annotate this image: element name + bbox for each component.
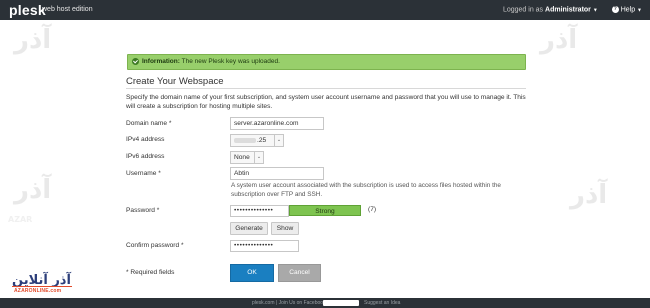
brand-logo: آذر آنلاین AZARONLINE.com <box>12 273 72 295</box>
help-menu[interactable]: Help <box>621 6 635 13</box>
chevron-down-icon[interactable]: ▼ <box>593 7 598 13</box>
brand-latin: AZARONLINE.com <box>14 288 62 294</box>
edition-label: web host edition <box>42 6 93 13</box>
page-title: Create Your Webspace <box>126 76 224 87</box>
confirm-password-label: Confirm password * <box>126 242 184 249</box>
chevron-down-icon[interactable]: ▼ <box>637 7 642 13</box>
facebook-widget[interactable] <box>323 300 359 306</box>
suggest-idea-link[interactable]: Suggest an Idea <box>364 300 400 306</box>
top-right-menu: Logged in as Administrator ▼ ? Help ▼ <box>503 6 642 13</box>
divider <box>126 88 526 89</box>
generate-button[interactable]: Generate <box>230 222 268 235</box>
plesk-logo[interactable]: plesk <box>9 2 46 18</box>
watermark: آذر <box>14 175 52 205</box>
password-input[interactable]: •••••••••••••• <box>230 205 289 217</box>
ipv6-value: None <box>234 154 250 161</box>
ipv6-select[interactable]: None ⌄ <box>230 151 264 164</box>
username-label: Username * <box>126 170 161 177</box>
footer-bar: plesk.com | Join Us on Facebook Suggest … <box>0 298 650 308</box>
ok-button[interactable]: OK <box>230 264 274 282</box>
watermark: آذر <box>570 180 608 210</box>
footer-links[interactable]: plesk.com | Join Us on Facebook <box>252 300 326 306</box>
ipv6-label: IPv6 address <box>126 153 165 160</box>
username-hint: A system user account associated with th… <box>231 182 501 198</box>
chevron-down-icon: ⌄ <box>254 152 263 163</box>
chevron-down-icon: ⌄ <box>274 135 283 146</box>
check-circle-icon <box>132 58 139 65</box>
watermark: آذر <box>14 25 52 55</box>
password-label: Password * <box>126 207 160 214</box>
strength-score: (7) <box>368 206 377 213</box>
domain-input[interactable]: server.azaronline.com <box>230 117 324 130</box>
help-icon[interactable]: ? <box>611 6 619 13</box>
watermark: آذر <box>540 25 578 55</box>
domain-label: Domain name * <box>126 120 172 127</box>
cancel-button[interactable]: Cancel <box>278 264 321 282</box>
user-menu[interactable]: Administrator <box>545 6 591 13</box>
ip-mask <box>234 137 256 143</box>
form-description: Specify the domain name of your first su… <box>126 94 526 110</box>
watermark-latin: AZAR <box>8 215 33 224</box>
required-note: * Required fields <box>126 269 175 276</box>
info-notice: Information: The new Plesk key was uploa… <box>127 54 526 70</box>
ipv4-label: IPv4 address <box>126 136 165 143</box>
notice-label: Information: <box>142 58 180 65</box>
top-bar: plesk web host edition Logged in as Admi… <box>0 0 650 20</box>
confirm-password-input[interactable]: •••••••••••••• <box>230 240 299 252</box>
show-button[interactable]: Show <box>271 222 299 235</box>
ipv4-value: .25 <box>257 137 267 144</box>
notice-text: The new Plesk key was uploaded. <box>181 58 280 65</box>
ipv4-select[interactable]: .25 ⌄ <box>230 134 284 147</box>
password-strength-meter: Strong <box>289 205 361 216</box>
username-input[interactable]: Abtin <box>230 167 324 180</box>
logged-in-label: Logged in as <box>502 6 544 14</box>
